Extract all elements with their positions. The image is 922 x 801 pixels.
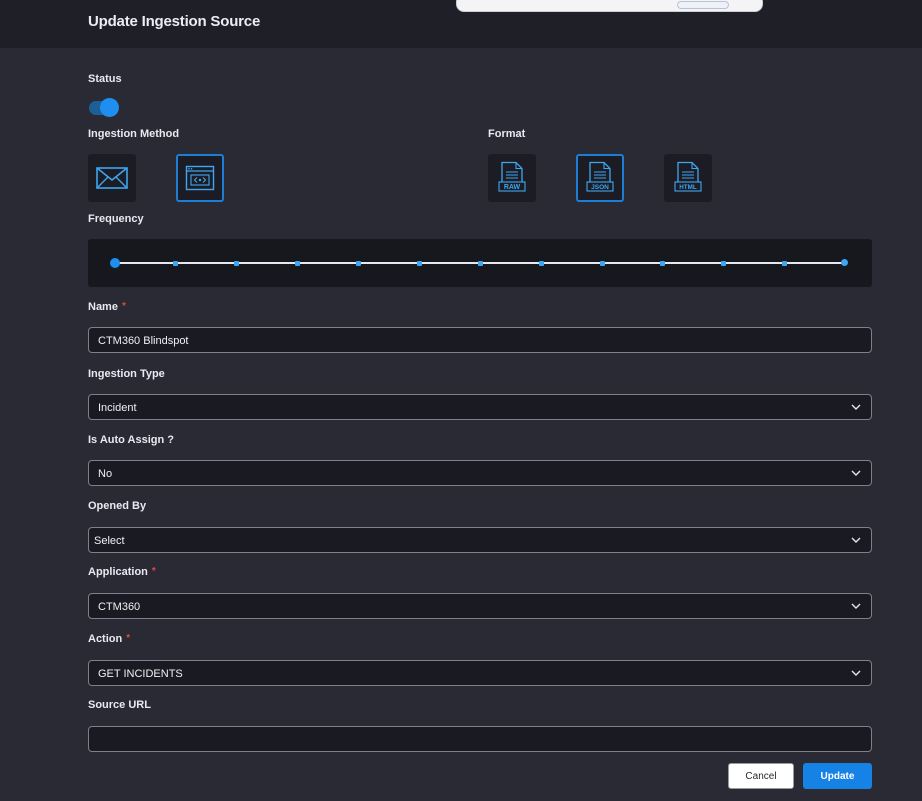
overlay-popup (456, 0, 763, 12)
ingestion-type-value: Incident (98, 402, 137, 414)
raw-badge-text: RAW (504, 184, 521, 191)
frequency-step[interactable] (295, 261, 300, 266)
chevron-down-icon (851, 670, 861, 676)
chevron-down-icon (851, 603, 861, 609)
ingestion-method-api[interactable] (176, 154, 224, 202)
frequency-step-end[interactable] (841, 259, 848, 266)
auto-assign-label: Is Auto Assign ? (88, 434, 174, 446)
application-value: CTM360 (98, 601, 141, 613)
application-select[interactable]: CTM360 (88, 593, 872, 619)
opened-by-select[interactable]: Select (88, 527, 872, 553)
action-label: Action * (88, 633, 130, 645)
action-select[interactable]: GET INCIDENTS (88, 660, 872, 686)
json-file-icon: JSON (586, 161, 614, 192)
frequency-step[interactable] (478, 261, 483, 266)
frequency-step[interactable] (660, 261, 665, 266)
html-badge-text: HTML (679, 184, 697, 191)
overlay-popup-control (677, 1, 729, 9)
name-input-value: CTM360 Blindspot (98, 335, 189, 347)
format-json[interactable]: JSON (576, 154, 624, 202)
frequency-label: Frequency (88, 213, 144, 225)
frequency-slider-handle[interactable] (110, 258, 120, 268)
required-marker: * (121, 301, 126, 312)
name-input[interactable]: CTM360 Blindspot (88, 327, 872, 353)
application-label-text: Application (88, 566, 148, 578)
status-toggle[interactable] (89, 98, 119, 118)
chevron-down-icon (851, 537, 861, 543)
action-label-text: Action (88, 633, 123, 645)
frequency-step[interactable] (417, 261, 422, 266)
json-badge-text: JSON (591, 184, 609, 191)
format-label: Format (488, 128, 526, 140)
required-marker: * (151, 566, 156, 577)
auto-assign-value: No (98, 468, 113, 480)
frequency-step[interactable] (234, 261, 239, 266)
update-button[interactable]: Update (803, 763, 872, 789)
name-label: Name * (88, 301, 126, 313)
opened-by-label: Opened By (88, 500, 147, 512)
format-raw[interactable]: RAW (488, 154, 536, 202)
name-label-text: Name (88, 301, 118, 313)
frequency-step[interactable] (721, 261, 726, 266)
frequency-step[interactable] (539, 261, 544, 266)
html-file-icon: HTML (674, 161, 702, 192)
envelope-icon (96, 167, 128, 189)
frequency-step[interactable] (600, 261, 605, 266)
frequency-step[interactable] (782, 261, 787, 266)
chevron-down-icon (851, 470, 861, 476)
auto-assign-select[interactable]: No (88, 460, 872, 486)
frequency-step[interactable] (173, 261, 178, 266)
format-html[interactable]: HTML (664, 154, 712, 202)
raw-file-icon: RAW (498, 161, 526, 192)
toggle-knob (100, 98, 119, 117)
required-marker: * (126, 633, 131, 644)
source-url-label: Source URL (88, 699, 151, 711)
ingestion-method-label: Ingestion Method (88, 128, 180, 140)
ingestion-method-email[interactable] (88, 154, 136, 202)
source-url-input[interactable] (88, 726, 872, 752)
opened-by-value: Select (94, 535, 125, 547)
ingestion-type-select[interactable]: Incident (88, 394, 872, 420)
status-label: Status (88, 73, 122, 85)
frequency-step[interactable] (356, 261, 361, 266)
api-window-icon (185, 165, 215, 191)
chevron-down-icon (851, 404, 861, 410)
ingestion-type-label: Ingestion Type (88, 368, 165, 380)
application-label: Application * (88, 566, 156, 578)
action-value: GET INCIDENTS (98, 668, 183, 680)
cancel-button[interactable]: Cancel (728, 763, 794, 789)
dialog-title: Update Ingestion Source (88, 13, 261, 30)
